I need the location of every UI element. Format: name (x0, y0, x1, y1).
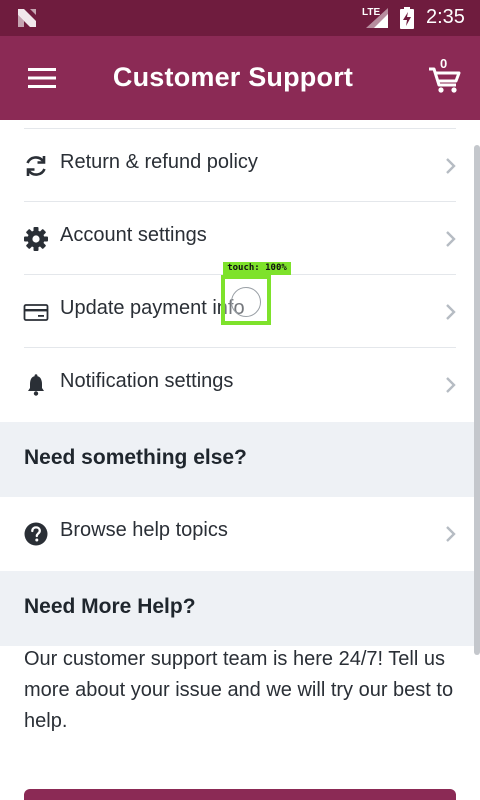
refresh-icon (26, 156, 46, 176)
scrollbar[interactable] (474, 145, 480, 655)
chevron-right-icon (446, 526, 456, 542)
list-item-label: Browse help topics (60, 519, 228, 541)
touch-ripple-icon (231, 287, 261, 317)
contact-support-button[interactable] (24, 789, 456, 800)
chevron-right-icon (446, 231, 456, 247)
list-item-browse-help-topics[interactable]: Browse help topics (0, 497, 480, 571)
battery-charging-icon (400, 7, 414, 29)
status-bar: LTE 2:35 (0, 0, 480, 36)
gear-icon (24, 227, 48, 251)
touch-indicator (221, 275, 271, 325)
list-item-label: Update payment info (60, 297, 245, 319)
clock: 2:35 (426, 6, 465, 28)
chevron-right-icon (446, 304, 456, 320)
chevron-right-icon (446, 158, 456, 174)
page-title: Customer Support (112, 62, 354, 92)
list-item-notification-settings[interactable]: Notification settings (0, 348, 480, 421)
chevron-right-icon (446, 377, 456, 393)
section-title: Need something else? (24, 446, 247, 469)
touch-indicator-label: touch: 100% (223, 262, 291, 275)
section-header-need-more-help: Need More Help? (0, 571, 480, 646)
app-bar: Customer Support 0 (0, 36, 480, 120)
signal-icon (366, 8, 388, 28)
section-header-need-something-else: Need something else? (0, 422, 480, 497)
credit-card-icon (23, 304, 49, 321)
list-item-label: Account settings (60, 224, 207, 246)
list-item-return-refund-policy[interactable]: Return & refund policy (0, 129, 480, 202)
bell-icon (28, 374, 44, 396)
support-content: Return & refund policy Account settings (0, 120, 480, 800)
help-description: Our customer support team is here 24/7! … (24, 648, 454, 732)
list-item-label: Return & refund policy (60, 151, 258, 173)
screen: LTE 2:35 Customer Support 0 Return & ref… (0, 0, 480, 800)
help-circle-icon (24, 522, 48, 546)
cart-icon[interactable] (428, 60, 462, 94)
list-item-label: Notification settings (60, 370, 234, 392)
android-n-logo-icon (18, 9, 36, 27)
section-title: Need More Help? (24, 595, 196, 618)
